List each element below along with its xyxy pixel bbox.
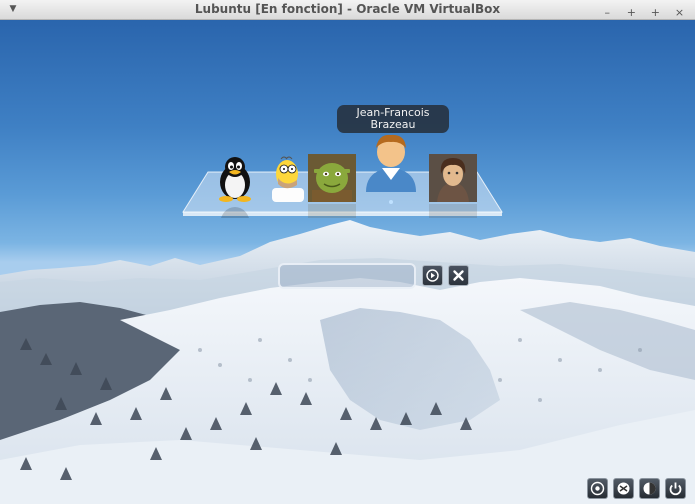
close-button[interactable]: × [670,4,689,21]
photo-avatar[interactable] [429,154,477,202]
title-bar: ▼ Lubuntu [En fonction] - Oracle VM Virt… [0,0,695,20]
play-icon [426,269,439,282]
homer-avatar[interactable] [264,154,312,202]
power-button[interactable] [665,478,686,499]
window-title: Lubuntu [En fonction] - Oracle VM Virtua… [194,2,501,16]
selected-user-name-tooltip: Jean-Francois Brazeau [337,105,449,133]
maximize-button[interactable]: + [622,4,641,21]
generic-user-avatar[interactable] [362,132,420,192]
close-icon [453,270,464,281]
keyboard-button[interactable] [613,478,634,499]
tux-penguin-avatar[interactable] [211,154,259,202]
tux-reflection [211,204,259,218]
session-icon [643,482,656,495]
login-submit-button[interactable] [422,265,443,286]
minimize-button[interactable]: – [598,4,617,21]
login-cancel-button[interactable] [448,265,469,286]
session-button[interactable] [639,478,660,499]
photo-reflection [429,204,477,218]
shrek-avatar[interactable] [308,154,356,202]
restore-button[interactable]: + [646,4,665,21]
shrek-reflection [308,204,356,218]
keyboard-icon [617,482,630,495]
virtualbox-window: ▼ Lubuntu [En fonction] - Oracle VM Virt… [0,0,695,504]
window-controls: – + + × [598,1,689,21]
password-input[interactable] [278,263,416,289]
power-icon [669,482,682,496]
accessibility-icon [590,481,605,496]
selected-indicator [389,200,393,204]
mountain-wallpaper [0,220,695,504]
accessibility-button[interactable] [587,478,608,499]
guest-screen: Jean-Francois Brazeau [0,20,695,504]
